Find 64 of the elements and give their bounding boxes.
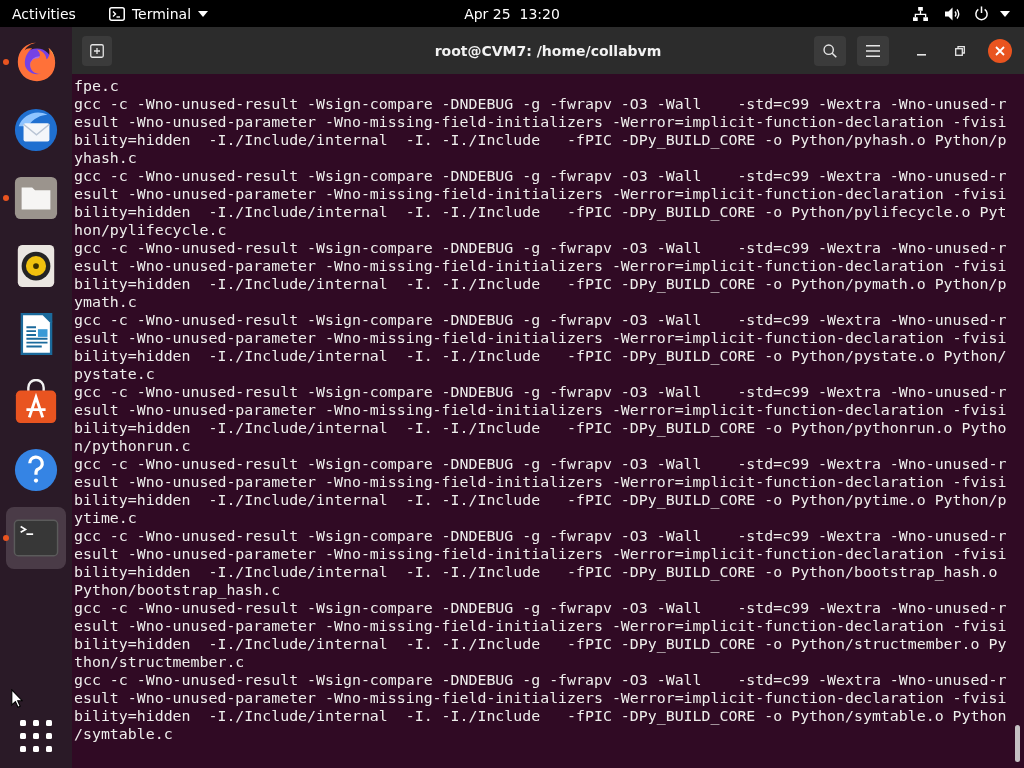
folder-icon [13,175,59,221]
minimize-icon [916,53,926,56]
terminal-line: esult -Wno-unused-parameter -Wno-missing-field-initializers -Werror=implicit-function-declaration -fvisi [74,329,1007,347]
terminal-line: gcc -c -Wno-unused-result -Wsign-compare -DNDEBUG -g -fwrapv -O3 -Wall -std=c99 -Wextra -Wno-unused-r [74,95,1007,113]
terminal-line: bility=hidden -I./Include/internal -I. -I./Include -fPIC -DPy_BUILD_CORE -o Python/bootstrap_hash.o [74,563,998,581]
help-icon [13,447,59,493]
mouse-pointer-icon [11,689,23,708]
shopping-bag-icon [13,379,59,425]
terminal-line: hon/pylifecycle.c [74,221,227,239]
terminal-line: esult -Wno-unused-parameter -Wno-missing-field-initializers -Werror=implicit-function-declaration -fvisi [74,401,1007,419]
window-title: root@CVM7: /home/collabvm [434,41,662,60]
clock[interactable]: Apr 25 13:20 [464,4,560,23]
network-icon[interactable] [913,6,928,21]
caret-icon [198,10,209,17]
terminal-line: thon/structmember.c [74,653,245,671]
close-icon [988,38,1012,63]
menu-button[interactable] [857,35,889,66]
terminal-line: Python/bootstrap_hash.c [74,581,281,599]
terminal-line: esult -Wno-unused-parameter -Wno-missing-field-initializers -Werror=implicit-function-declaration -fvisi [74,689,1007,707]
volume-icon[interactable] [945,6,961,21]
new-tab-button[interactable] [82,35,112,66]
terminal-line: bility=hidden -I./Include/internal -I. -I./Include -fPIC -DPy_BUILD_CORE -o Python/structmember.o Py [74,635,1007,653]
scrollbar-thumb[interactable] [1015,725,1020,762]
terminal-line: pystate.c [74,365,155,383]
terminal-line: gcc -c -Wno-unused-result -Wsign-compare -DNDEBUG -g -fwrapv -O3 -Wall -std=c99 -Wextra -Wno-unused-r [74,599,1007,617]
terminal-line: yhash.c [74,149,137,167]
search-icon [823,43,837,58]
terminal-line: gcc -c -Wno-unused-result -Wsign-compare -DNDEBUG -g -fwrapv -O3 -Wall -std=c99 -Wextra -Wno-unused-r [74,311,1007,329]
power-icon[interactable] [974,6,989,21]
terminal-line: bility=hidden -I./Include/internal -I. -I./Include -fPIC -DPy_BUILD_CORE -o Python/pytime.o Python/p [74,491,1007,509]
terminal-line: n/pythonrun.c [74,437,191,455]
terminal-line: esult -Wno-unused-parameter -Wno-missing-field-initializers -Werror=implicit-function-declaration -fvisi [74,617,1007,635]
close-button[interactable] [988,38,1012,63]
terminal-line: esult -Wno-unused-parameter -Wno-missing-field-initializers -Werror=implicit-function-declaration -fvisi [74,473,1007,491]
terminal-line: esult -Wno-unused-parameter -Wno-missing-field-initializers -Werror=implicit-function-declaration -fvisi [74,257,1007,275]
search-button[interactable] [814,35,846,66]
terminal-line: bility=hidden -I./Include/internal -I. -I./Include -fPIC -DPy_BUILD_CORE -o Python/pythonrun.o Pytho [74,419,1007,437]
terminal-line: /symtable.c [74,725,173,743]
terminal-line: ytime.c [74,509,137,527]
terminal-line: fpe.c [74,77,119,95]
terminal-line: bility=hidden -I./Include/internal -I. -I./Include -fPIC -DPy_BUILD_CORE -o Python/pyhash.o Python/p [74,131,1007,149]
app-grid-icon[interactable] [20,720,52,752]
terminal-line: bility=hidden -I./Include/internal -I. -I./Include -fPIC -DPy_BUILD_CORE -o Python/pylifecycle.o Pyt [74,203,1007,221]
terminal-line: esult -Wno-unused-parameter -Wno-missing-field-initializers -Werror=implicit-function-declaration -fvisi [74,545,1007,563]
terminal-line: esult -Wno-unused-parameter -Wno-missing-field-initializers -Werror=implicit-function-declaration -fvisi [74,113,1007,131]
terminal-line: bility=hidden -I./Include/internal -I. -I./Include -fPIC -DPy_BUILD_CORE -o Python/pystate.o Python/ [74,347,1007,365]
terminal-line: esult -Wno-unused-parameter -Wno-missing-field-initializers -Werror=implicit-function-declaration -fvisi [74,185,1007,203]
caret-icon[interactable] [1000,10,1010,17]
terminal-icon [108,6,125,21]
new-tab-icon [90,43,104,58]
envelope-icon [13,107,59,153]
terminal-line: bility=hidden -I./Include/internal -I. -I./Include -fPIC -DPy_BUILD_CORE -o Python/pymath.o Python/p [74,275,1007,293]
menu-icon [866,43,880,58]
terminal-line: bility=hidden -I./Include/internal -I. -I./Include -fPIC -DPy_BUILD_CORE -o Python/symtable.o Python [74,707,1007,725]
terminal-line: gcc -c -Wno-unused-result -Wsign-compare -DNDEBUG -g -fwrapv -O3 -Wall -std=c99 -Wextra -Wno-unused-r [74,239,1007,257]
app-menu[interactable]: Terminal [108,5,209,22]
terminal-line: gcc -c -Wno-unused-result -Wsign-compare -DNDEBUG -g -fwrapv -O3 -Wall -std=c99 -Wextra -Wno-unused-r [74,455,1007,473]
terminal-line: gcc -c -Wno-unused-result -Wsign-compare -DNDEBUG -g -fwrapv -O3 -Wall -std=c99 -Wextra -Wno-unused-r [74,671,1007,689]
terminal-line: gcc -c -Wno-unused-result -Wsign-compare -DNDEBUG -g -fwrapv -O3 -Wall -std=c99 -Wextra -Wno-unused-r [74,527,1007,545]
terminal-line: gcc -c -Wno-unused-result -Wsign-compare -DNDEBUG -g -fwrapv -O3 -Wall -std=c99 -Wextra -Wno-unused-r [74,167,1007,185]
terminal-line: ymath.c [74,293,137,311]
activities-button[interactable]: Activities [12,4,76,23]
terminal-line: gcc -c -Wno-unused-result -Wsign-compare -DNDEBUG -g -fwrapv -O3 -Wall -std=c99 -Wextra -Wno-unused-r [74,383,1007,401]
restore-icon [955,45,965,56]
